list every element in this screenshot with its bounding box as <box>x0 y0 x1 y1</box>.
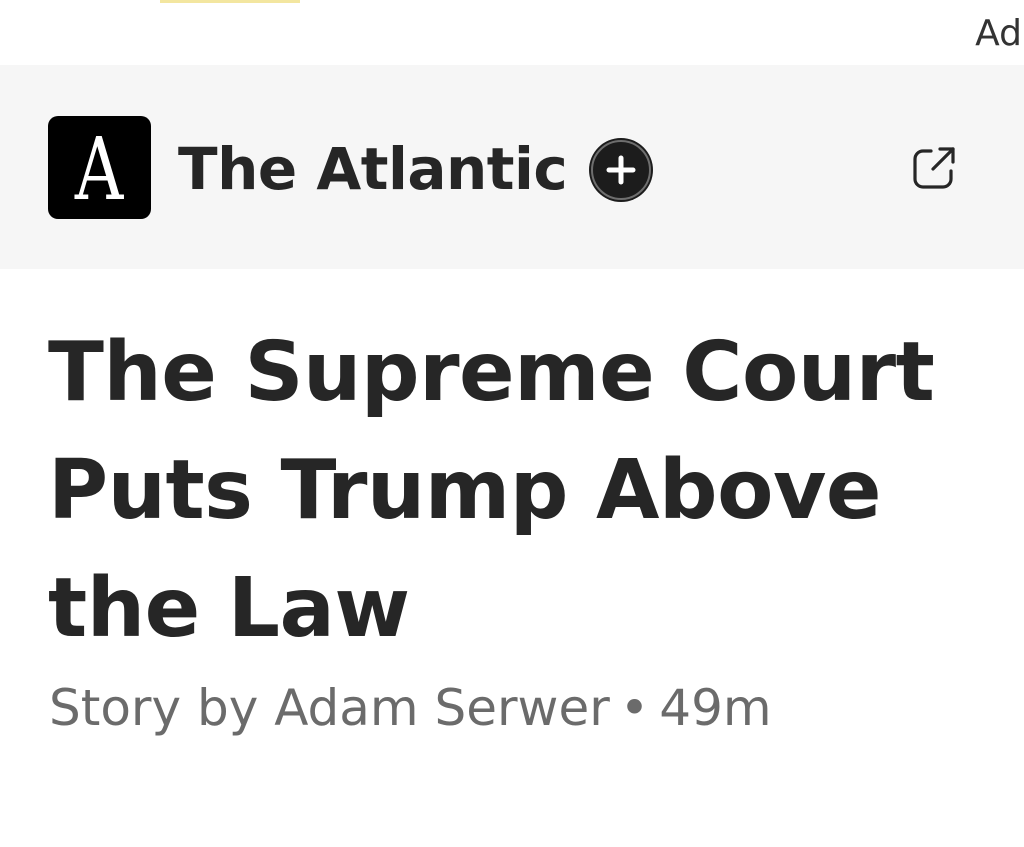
article-headline: The Supreme Court Puts Trump Above the L… <box>48 325 935 656</box>
plus-circle-icon <box>591 140 651 200</box>
ad-label: Ad <box>975 13 1022 54</box>
publisher-logo-letter: A <box>75 119 124 219</box>
external-link-icon <box>913 147 955 189</box>
source-bar: A The Atlantic <box>0 65 1024 269</box>
publisher-name[interactable]: The Atlantic <box>178 135 568 203</box>
ad-banner-edge <box>160 0 300 3</box>
article-page: Ad A The Atlantic The Supreme Court Puts… <box>0 0 1024 847</box>
article-byline: Story by Adam Serwer • 49m <box>49 676 772 740</box>
byline-separator: • <box>619 679 650 737</box>
publisher-logo[interactable]: A <box>48 116 151 219</box>
open-in-browser-button[interactable] <box>909 143 959 193</box>
follow-publisher-button[interactable] <box>589 138 653 202</box>
byline-author: Story by Adam Serwer <box>49 679 610 737</box>
publish-age: 49m <box>659 679 772 737</box>
